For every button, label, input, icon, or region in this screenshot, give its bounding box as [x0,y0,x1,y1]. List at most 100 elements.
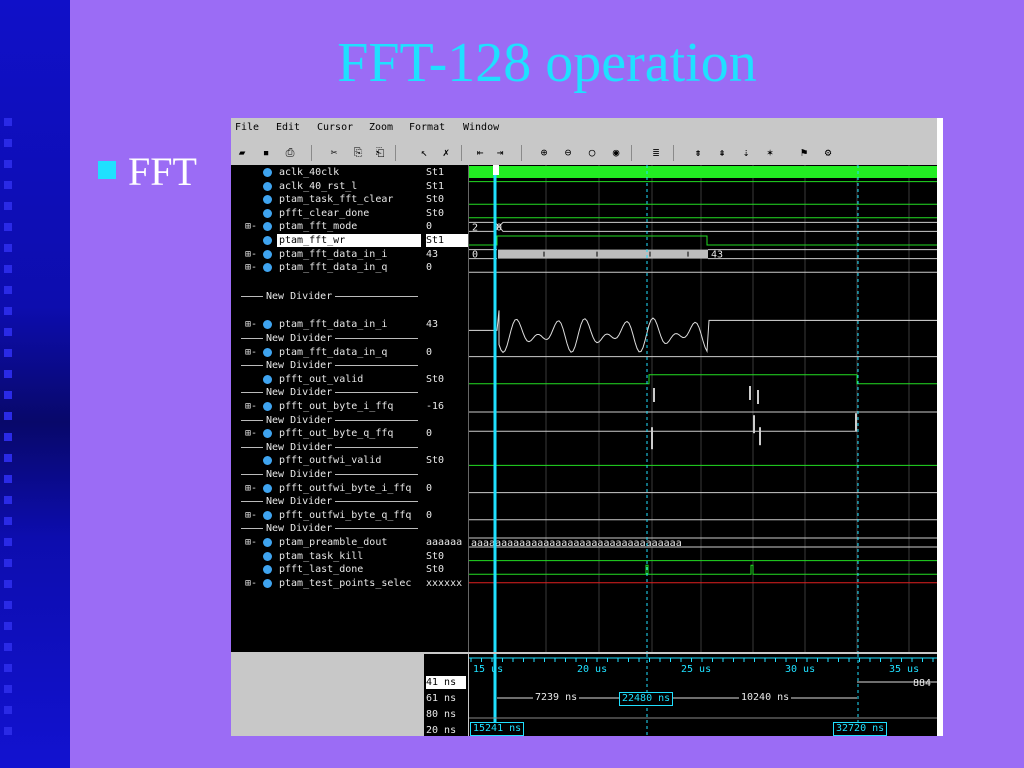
signal-row[interactable]: ⊞- pfft_out_byte_q_ffq [231,427,424,440]
decor-square [4,517,12,525]
menu-cursor[interactable]: Cursor [317,122,353,133]
edge-next-icon[interactable]: ⇞ [715,146,729,160]
decor-square [4,475,12,483]
spike [757,390,759,404]
waveform-pane[interactable]: 2 0 0 43 aaaaaaaaaaaaaaaaaaaaaaaaaaaaaaaaaaa [469,165,937,652]
signal-row[interactable]: aclk_40clk [231,166,424,179]
spike [653,388,655,402]
divider-row[interactable]: New Divider [231,386,424,400]
edge-prev-icon[interactable]: ⇟ [691,146,705,160]
signal-row[interactable]: pfft_last_done [231,563,424,576]
time-ruler[interactable]: 15 us 20 us 25 us 30 us 35 us 884 7239 ns 2248… [469,654,937,736]
toolbar-separator [631,145,632,161]
open-icon[interactable]: ▰ [235,146,249,160]
expand-icon[interactable]: ⊞- [245,536,257,549]
ruler-label: 35 us [889,664,919,675]
decor-square [4,454,12,462]
menu-window[interactable]: Window [463,122,499,133]
vertical-scrollbar[interactable] [937,118,943,736]
menu-zoom[interactable]: Zoom [369,122,393,133]
copy-icon[interactable]: ⎘ [351,146,365,160]
zoom-fit-icon[interactable]: ○ [585,146,599,160]
cursor-handle [493,165,499,175]
divider-row[interactable]: New Divider [231,289,424,303]
expand-icon[interactable]: ⊞- [245,577,257,590]
divider-row[interactable]: New Divider [231,413,424,427]
menu-file[interactable]: File [235,122,259,133]
expand-icon[interactable]: ⊞- [245,400,257,413]
bus-fill [498,249,708,259]
divider-row[interactable]: New Divider [231,495,424,509]
expand-icon[interactable]: ⊞- [245,346,257,359]
signal-icon [263,456,272,466]
cut-icon[interactable]: ✂ [327,146,341,160]
signal-row[interactable]: ⊞- pfft_outfwi_byte_i_ffq [231,482,424,495]
ruler-label: 30 us [785,664,815,675]
signal-row[interactable]: ⊞- pfft_out_byte_i_ffq [231,400,424,413]
signal-icon [263,320,272,330]
save-icon[interactable]: ▪ [259,146,273,160]
signal-row[interactable]: ptam_fft_wr [231,234,424,247]
decor-square [4,706,12,714]
signal-row[interactable]: pfft_outfwi_valid [231,454,424,467]
wr-trace [469,235,937,246]
waveform-canvas[interactable]: 2 0 0 43 aaaaaaaaaaaaaaaaaaaaaaaaaaaaaaaaaaa [469,165,937,652]
waveform-window: File Edit Cursor Zoom Format Window ▰ ▪ ⎙ ✂ ⎘ ⎗ ↖ ✗ ⇤… [231,118,943,736]
paste-icon[interactable]: ⎗ [373,146,387,160]
signal-value: St1 [426,234,468,247]
signal-name: ptam_fft_wr [277,234,421,247]
divider-row[interactable]: New Divider [231,359,424,373]
signal-values-pane: St1 St1 St0 St0 0 St1 43 0 43 0 St0 -16 0 St0 0 0 aaaaaa… [424,165,469,652]
divider-row[interactable]: New Divider [231,332,424,345]
find-icon[interactable]: ≣ [649,146,663,160]
signal-row[interactable]: ⊞- ptam_fft_data_in_q [231,346,424,359]
zoom-range-icon[interactable]: ⇥ [493,146,507,160]
edge-search-icon[interactable]: ⇣ [739,146,753,160]
zoom-area-icon[interactable]: ◉ [609,146,623,160]
signal-row[interactable]: aclk_40_rst_l [231,180,424,193]
expand-icon[interactable]: ⊞- [245,509,257,522]
expand-icon[interactable]: ⊞- [245,482,257,495]
expand-icon[interactable]: ⊞- [245,261,257,274]
signal-icon [263,483,272,493]
signal-value: 0 [426,482,433,494]
signal-row[interactable]: pfft_clear_done [231,207,424,220]
delete-icon[interactable]: ✗ [439,146,453,160]
signal-row[interactable]: ⊞- ptam_test_points_selec [231,577,424,590]
ruler-label: 15 us [473,664,503,675]
divider-row[interactable]: New Divider [231,468,424,481]
signal-row[interactable]: ⊞- ptam_fft_data_in_i [231,318,424,331]
signal-row[interactable]: ⊞- ptam_fft_data_in_q [231,261,424,274]
signal-row[interactable]: ⊞- ptam_fft_data_in_i [231,248,424,261]
signal-row[interactable]: ptam_task_kill [231,550,424,563]
zoom-in-icon[interactable]: ⊕ [537,146,551,160]
divider-row[interactable]: New Divider [231,440,424,454]
cursor-time-value: 41 ns [426,676,466,689]
select-pointer-icon[interactable]: ↖ [417,146,431,160]
signal-add-icon[interactable]: ⚙ [821,146,835,160]
signal-name: aclk_40clk [279,167,340,178]
left-decor-band [0,0,70,768]
signal-names-pane: aclk_40clk aclk_40_rst_l ptam_task_fft_cle… [231,165,425,652]
toolbar-separator [311,145,312,161]
signal-row[interactable]: ⊞- ptam_fft_mode [231,220,424,233]
signal-row[interactable]: pfft_out_valid [231,373,424,386]
expand-icon[interactable]: ⊞- [245,220,257,233]
print-icon[interactable]: ⎙ [283,146,297,160]
expand-icon[interactable]: ⊞- [245,248,257,261]
expand-icon[interactable]: ⊞- [245,318,257,331]
menu-edit[interactable]: Edit [276,122,300,133]
decor-square [4,244,12,252]
breakpoint-icon[interactable]: ⚑ [797,146,811,160]
delta-time-label: 22480 ns [619,692,674,706]
zoom-full-icon[interactable]: ⇤ [473,146,487,160]
signal-row[interactable]: ⊞- pfft_outfwi_byte_q_ffq [231,509,424,522]
zoom-out-icon[interactable]: ⊖ [561,146,575,160]
decor-square [4,370,12,378]
marker-icon[interactable]: ✶ [763,146,777,160]
signal-row[interactable]: ptam_task_fft_clear [231,193,424,206]
divider-row[interactable]: New Divider [231,522,424,536]
expand-icon[interactable]: ⊞- [245,427,257,440]
signal-row[interactable]: ⊞- ptam_preamble_dout [231,536,424,549]
menu-format[interactable]: Format [409,122,445,133]
